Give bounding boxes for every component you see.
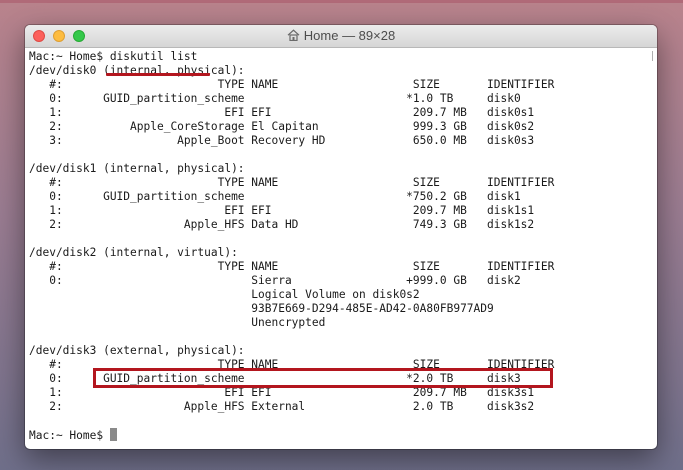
terminal-line: 0: GUID_partition_scheme *750.2 GB disk1 [29, 190, 521, 203]
terminal-line: 2: Apple_CoreStorage El Capitan 999.3 GB… [29, 120, 535, 133]
terminal-line: Logical Volume on disk0s2 [29, 288, 420, 301]
prompt-line: Mac:~ Home$ [29, 428, 657, 442]
terminal-line: /dev/disk3 (external, physical): [29, 344, 245, 357]
window-title: Home — 89×28 [25, 25, 657, 47]
terminal-line: /dev/disk2 (internal, virtual): [29, 246, 238, 259]
terminal-line: #: TYPE NAME SIZE IDENTIFIER [29, 78, 555, 91]
window-title-text: Home — 89×28 [303, 28, 396, 43]
terminal-line: /dev/disk1 (internal, physical): [29, 162, 245, 175]
terminal-line: 3: Apple_Boot Recovery HD 650.0 MB disk0… [29, 134, 535, 147]
terminal-line: 0: Sierra +999.0 GB disk2 [29, 274, 521, 287]
command-highlight-underline [106, 73, 210, 76]
terminal-line: #: TYPE NAME SIZE IDENTIFIER [29, 260, 555, 273]
terminal-line: Mac:~ Home$ diskutil list [29, 50, 198, 63]
text-cursor [109, 428, 117, 441]
terminal-line: Unencrypted [29, 316, 326, 329]
terminal-line: 1: EFI EFI 209.7 MB disk3s1 [29, 386, 535, 399]
terminal-line: 1: EFI EFI 209.7 MB disk0s1 [29, 106, 535, 119]
terminal-line: 0: GUID_partition_scheme *1.0 TB disk0 [29, 92, 521, 105]
scrollbar-marker [652, 51, 653, 61]
desktop-top-edge [0, 0, 683, 3]
terminal-line: 93B7E669-D294-485E-AD42-0A80FB977AD9 [29, 302, 494, 315]
terminal-line: #: TYPE NAME SIZE IDENTIFIER [29, 176, 555, 189]
terminal-line: 2: Apple_HFS Data HD 749.3 GB disk1s2 [29, 218, 535, 231]
terminal-line: 1: EFI EFI 209.7 MB disk1s1 [29, 204, 535, 217]
disk3-highlight-box [93, 368, 553, 388]
title-bar[interactable]: Home — 89×28 [25, 25, 657, 48]
terminal-line: 2: Apple_HFS External 2.0 TB disk3s2 [29, 400, 535, 413]
terminal-output[interactable]: Mac:~ Home$ diskutil list/dev/disk0 (int… [25, 48, 657, 449]
house-icon [287, 26, 300, 48]
